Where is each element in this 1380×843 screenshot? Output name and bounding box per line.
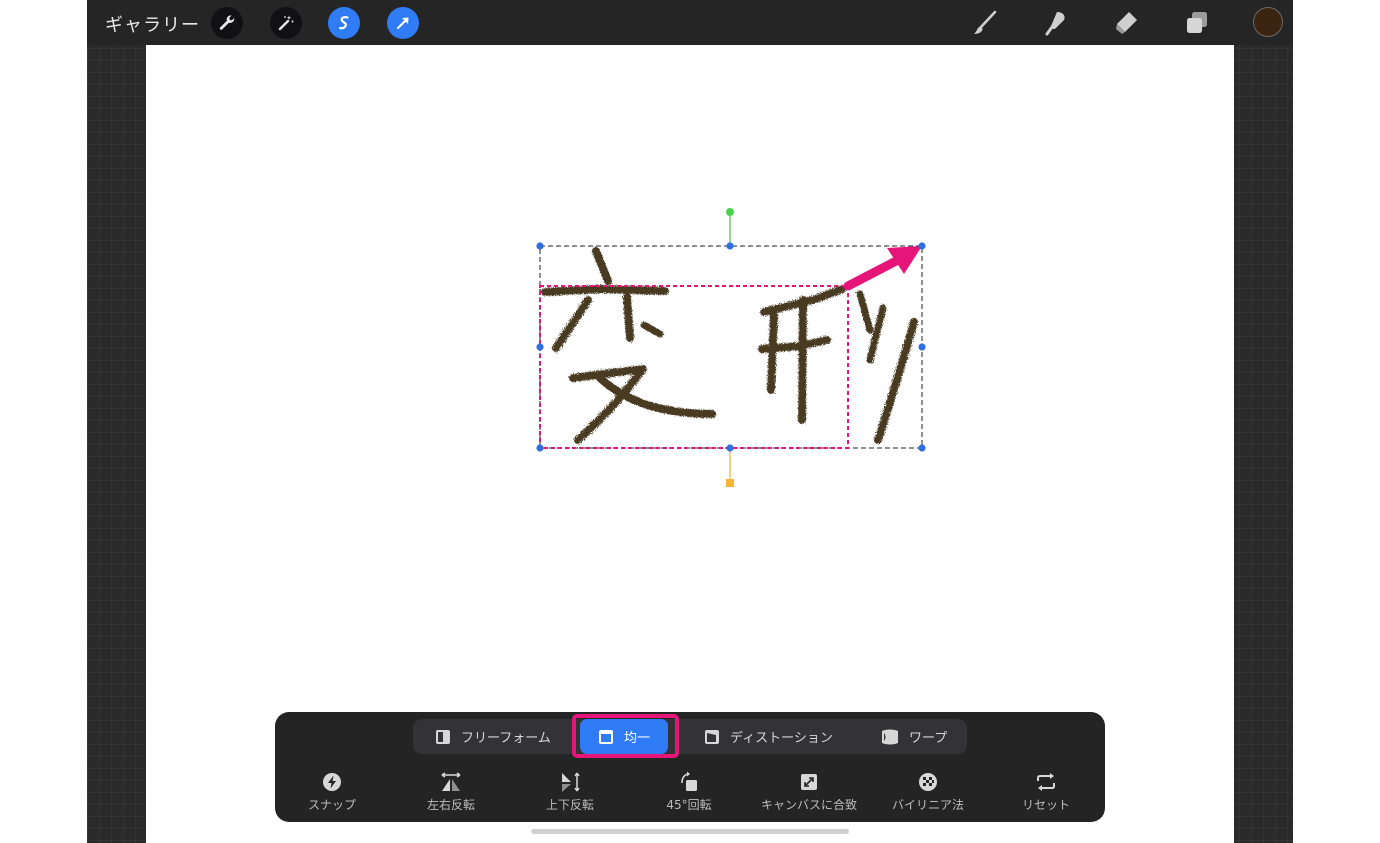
selection-icon xyxy=(338,16,349,30)
gallery-button[interactable]: ギャラリー xyxy=(105,11,200,37)
layers-button[interactable] xyxy=(1183,9,1211,37)
layers-icon xyxy=(1187,12,1207,33)
magic-wand-icon xyxy=(278,15,294,31)
flip-horizontal-button[interactable]: 左右反転 xyxy=(396,770,506,816)
resize-handle-top[interactable] xyxy=(726,242,734,250)
uniform-icon xyxy=(598,729,613,744)
actions-button[interactable] xyxy=(211,7,243,39)
eraser-button[interactable] xyxy=(1112,9,1140,37)
eraser-icon xyxy=(1116,12,1137,34)
smudge-icon xyxy=(1045,12,1065,36)
tab-uniform[interactable]: 均一 xyxy=(580,719,668,754)
smudge-button[interactable] xyxy=(1042,9,1070,37)
rotate-45-button[interactable]: 45°回転 xyxy=(634,770,744,816)
adjust-handle[interactable] xyxy=(726,479,734,487)
flip-horizontal-icon xyxy=(441,772,461,791)
transform-panel: フリーフォーム 均一 ディストーション ワープ スナップ 左右反転 上下反転 4… xyxy=(275,712,1105,822)
tab-freeform[interactable]: フリーフォーム xyxy=(435,719,551,754)
reset-icon xyxy=(1037,773,1055,791)
distort-icon xyxy=(705,729,719,744)
bilinear-icon xyxy=(919,773,937,791)
resize-handle-bottom-left[interactable] xyxy=(536,444,544,452)
resize-handle-right[interactable] xyxy=(918,343,926,351)
top-toolbar: ギャラリー xyxy=(87,0,1293,45)
tab-distortion[interactable]: ディストーション xyxy=(704,719,833,754)
resize-handle-top-left[interactable] xyxy=(536,242,544,250)
reset-button[interactable]: リセット xyxy=(991,770,1101,816)
transform-mode-bar: フリーフォーム 均一 ディストーション ワープ xyxy=(413,719,967,754)
flip-vertical-icon xyxy=(562,772,580,792)
bilinear-button[interactable]: バイリニア法 xyxy=(873,770,983,816)
transform-arrow-icon xyxy=(396,17,409,30)
brush-button[interactable] xyxy=(971,9,999,37)
rotate-45-icon xyxy=(681,771,697,791)
snap-icon xyxy=(323,773,341,791)
resize-handle-bottom-right[interactable] xyxy=(918,444,926,452)
warp-icon xyxy=(882,729,898,744)
adjustments-button[interactable] xyxy=(270,7,302,39)
fit-to-canvas-button[interactable]: キャンバスに合致 xyxy=(754,770,864,816)
resize-handle-bottom[interactable] xyxy=(726,444,734,452)
brush-icon xyxy=(974,10,997,34)
resize-handle-top-right[interactable] xyxy=(918,242,926,250)
tab-warp[interactable]: ワープ xyxy=(881,719,947,754)
flip-vertical-button[interactable]: 上下反転 xyxy=(515,770,625,816)
resize-handle-left[interactable] xyxy=(536,343,544,351)
transform-button[interactable] xyxy=(387,7,419,39)
selection-button[interactable] xyxy=(328,7,360,39)
color-swatch[interactable] xyxy=(1253,7,1283,37)
freeform-icon xyxy=(436,729,450,744)
fit-to-canvas-icon xyxy=(801,774,817,790)
rotation-handle[interactable] xyxy=(726,208,734,216)
snap-button[interactable]: スナップ xyxy=(277,770,387,816)
home-indicator[interactable] xyxy=(531,829,849,834)
wrench-icon xyxy=(219,15,235,30)
